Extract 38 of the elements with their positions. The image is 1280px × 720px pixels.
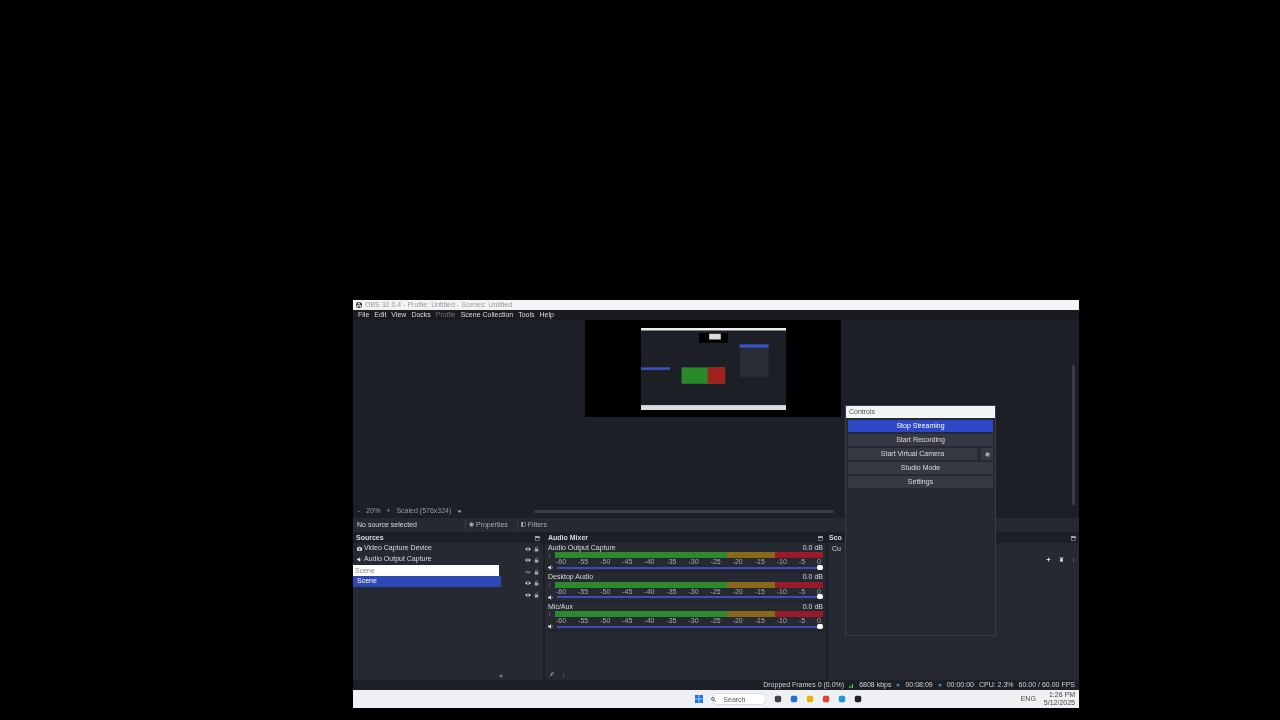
wrench-icon[interactable] <box>549 672 554 677</box>
slider-thumb[interactable] <box>817 564 823 570</box>
lock-icon[interactable] <box>534 557 539 564</box>
speaker-icon[interactable] <box>548 594 553 600</box>
resize-handle-icon[interactable] <box>499 674 503 678</box>
settings-button[interactable] <box>981 448 993 460</box>
status-dot-icon <box>937 683 942 687</box>
lock-icon[interactable] <box>534 580 539 587</box>
slider-thumb[interactable] <box>817 594 823 600</box>
speaker-icon[interactable] <box>548 624 553 630</box>
plus-icon[interactable] <box>1046 557 1051 563</box>
search-icon <box>711 696 717 702</box>
eye-icon[interactable] <box>525 545 531 552</box>
volume-slider[interactable] <box>557 596 823 599</box>
lock-icon[interactable] <box>534 591 539 598</box>
gear-icon <box>984 451 990 457</box>
undock-icon[interactable] <box>535 536 540 541</box>
hidden-eye-icon[interactable] <box>525 568 531 575</box>
eye-icon[interactable] <box>525 591 531 598</box>
caret-icon[interactable] <box>457 508 463 514</box>
status-dot-icon <box>896 683 901 687</box>
start-icon[interactable] <box>695 695 704 703</box>
slider-thumb[interactable] <box>817 623 823 629</box>
speaker-icon <box>357 557 362 562</box>
lock-icon[interactable] <box>534 545 539 552</box>
gear-icon <box>468 522 474 528</box>
volume-slider[interactable] <box>557 625 823 628</box>
eye-icon[interactable] <box>525 580 531 587</box>
lock-icon[interactable] <box>534 568 539 575</box>
trash-icon[interactable] <box>1059 557 1064 563</box>
signal-icon <box>849 682 855 688</box>
volume-slider[interactable] <box>557 566 823 569</box>
filter-icon <box>520 522 526 528</box>
undock-icon[interactable] <box>1071 536 1076 541</box>
undock-icon[interactable] <box>818 536 823 541</box>
speaker-icon[interactable] <box>548 565 553 571</box>
eye-icon[interactable] <box>525 557 531 564</box>
camera-icon <box>357 546 362 551</box>
